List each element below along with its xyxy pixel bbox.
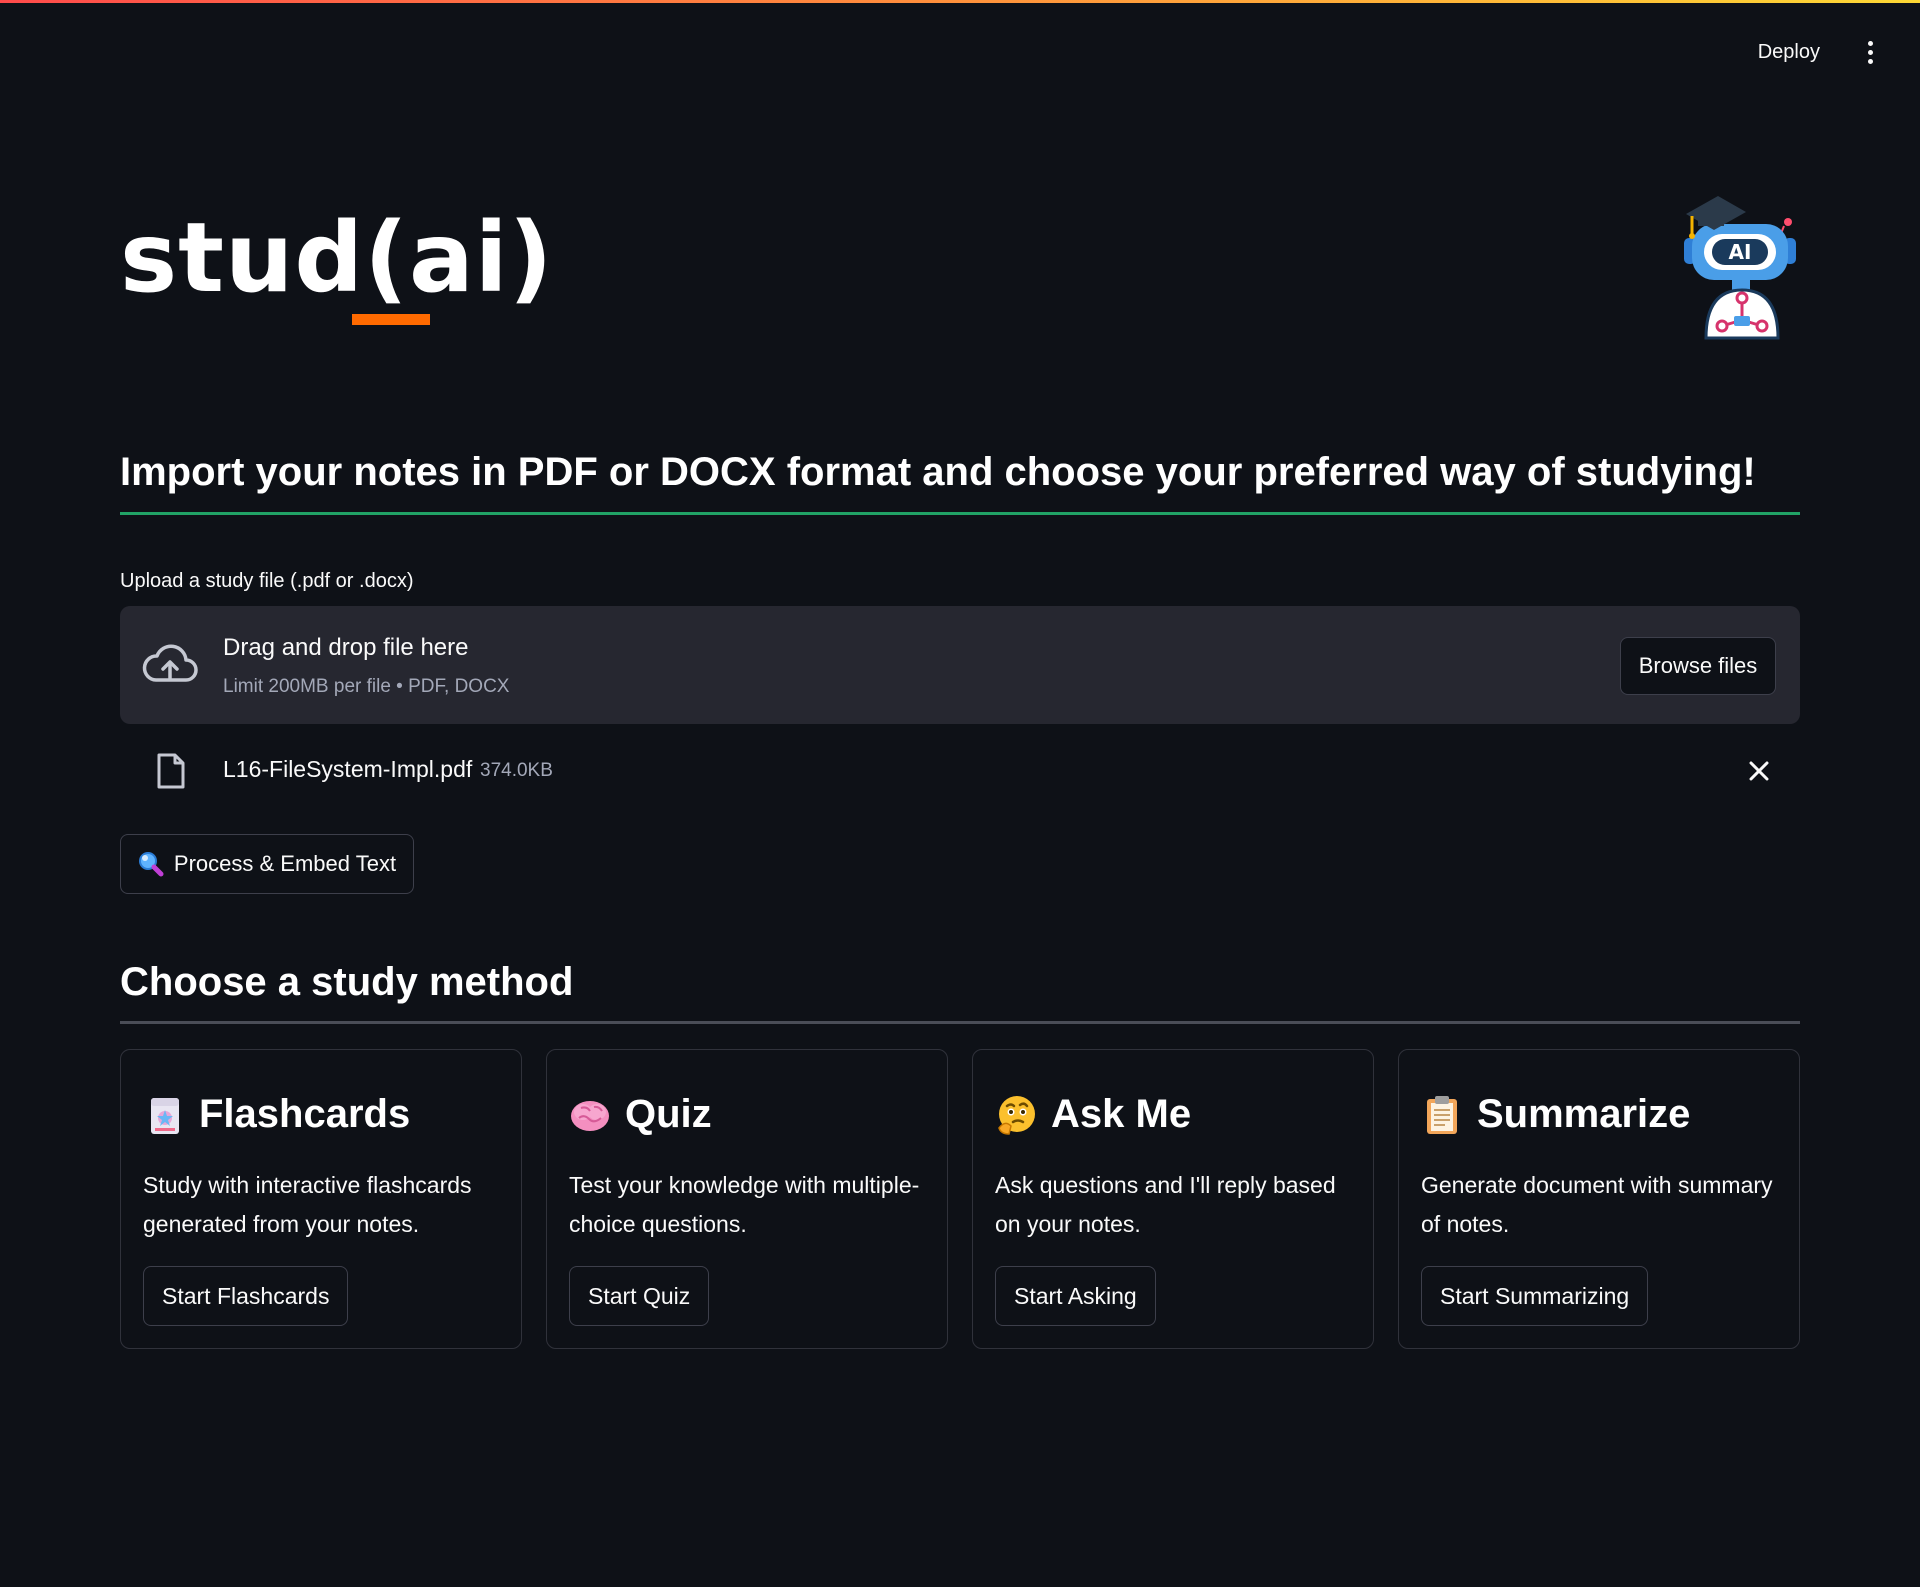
card-description: Generate document with summary of notes.: [1421, 1172, 1773, 1237]
remove-file-close-icon[interactable]: [1746, 758, 1772, 784]
file-icon: [157, 753, 185, 789]
browse-files-button[interactable]: Browse files: [1620, 637, 1776, 695]
card-title: Ask Me: [995, 1092, 1191, 1137]
uploaded-file-row: L16-FileSystem-Impl.pdf 374.0KB: [120, 740, 1800, 804]
deploy-button[interactable]: Deploy: [1748, 33, 1830, 72]
card-summarize: Summarize Generate document with summary…: [1398, 1049, 1800, 1349]
start-quiz-button[interactable]: Start Quiz: [569, 1266, 710, 1326]
app-header: Deploy: [1748, 32, 1882, 72]
dropzone-title: Drag and drop file here: [223, 634, 469, 661]
top-decoration-stripe: [0, 0, 1920, 3]
app-logo: stud(ai): [120, 202, 554, 314]
card-title-text: Quiz: [625, 1092, 712, 1136]
card-flashcards: Flashcards Study with interactive flashc…: [120, 1049, 522, 1349]
card-description: Ask questions and I'll reply based on yo…: [995, 1172, 1336, 1237]
start-flashcards-button[interactable]: Start Flashcards: [143, 1266, 349, 1326]
study-method-heading: Choose a study method: [120, 960, 574, 1004]
study-method-divider: [120, 1021, 1800, 1024]
uploaded-file-size: 374.0KB: [480, 760, 553, 781]
card-title: Quiz: [569, 1092, 712, 1137]
card-ask-me: Ask Me Ask questions and I'll reply base…: [972, 1049, 1374, 1349]
magnifier-icon: [138, 852, 164, 877]
card-description: Study with interactive flashcards genera…: [143, 1172, 472, 1237]
upload-label: Upload a study file (.pdf or .docx): [120, 570, 414, 592]
main-menu-icon[interactable]: [1858, 32, 1882, 72]
flashcard-icon: [151, 1097, 179, 1134]
brain-icon: [571, 1100, 609, 1131]
card-title-text: Summarize: [1477, 1092, 1691, 1136]
clipboard-icon: [1427, 1095, 1457, 1134]
file-dropzone[interactable]: Drag and drop file here Limit 200MB per …: [120, 606, 1800, 724]
process-embed-button[interactable]: Process & Embed Text: [120, 834, 414, 894]
start-asking-button[interactable]: Start Asking: [995, 1266, 1156, 1326]
process-embed-label: Process & Embed Text: [173, 851, 397, 876]
card-title: Summarize: [1421, 1092, 1690, 1137]
logo-row: stud(ai) AI: [120, 190, 1800, 350]
dropzone-limit-text: Limit 200MB per file • PDF, DOCX: [223, 676, 510, 697]
cloud-upload-icon: [142, 644, 198, 682]
card-title-text: Ask Me: [1051, 1092, 1192, 1136]
study-method-cards: Flashcards Study with interactive flashc…: [120, 1049, 1800, 1349]
robot-mascot-icon: AI: [1684, 196, 1796, 340]
logo-accent-underline: [352, 314, 430, 325]
card-description: Test your knowledge with multiple-choice…: [569, 1172, 920, 1237]
svg-text:AI: AI: [1729, 240, 1752, 264]
thinking-face-icon: [998, 1095, 1035, 1135]
heading-divider: [120, 512, 1800, 515]
uploaded-file-name: L16-FileSystem-Impl.pdf: [223, 756, 473, 782]
card-quiz: Quiz Test your knowledge with multiple-c…: [546, 1049, 948, 1349]
import-heading: Import your notes in PDF or DOCX format …: [120, 450, 1756, 494]
card-title: Flashcards: [143, 1092, 410, 1137]
card-title-text: Flashcards: [199, 1092, 411, 1136]
start-summarizing-button[interactable]: Start Summarizing: [1421, 1266, 1649, 1326]
